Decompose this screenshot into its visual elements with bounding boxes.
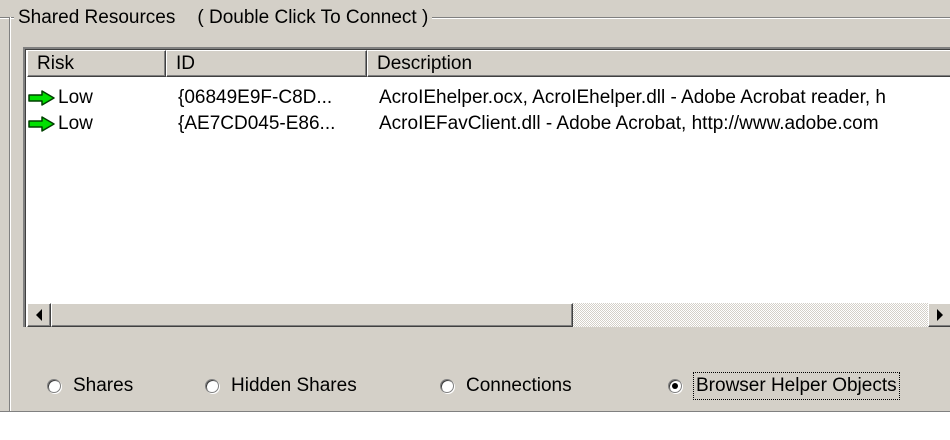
radio-shares-circle[interactable] [47,379,61,393]
radio-hidden-shares-label[interactable]: Hidden Shares [231,373,357,399]
arrow-left-icon [36,309,42,321]
id-cell: {AE7CD045-E86... [178,113,336,134]
radio-connections-label[interactable]: Connections [466,373,572,399]
radio-browser-helper-objects-circle[interactable] [668,379,682,393]
radio-hidden-shares[interactable]: Hidden Shares [205,373,357,399]
table-row[interactable]: Low {AE7CD045-E86... AcroIEFavClient.dll… [27,111,950,137]
radio-connections-circle[interactable] [440,379,454,393]
horizontal-scrollbar[interactable] [27,303,950,327]
risk-cell: Low [27,111,166,137]
column-header-risk[interactable]: Risk [27,50,166,77]
scroll-right-button[interactable] [928,303,950,327]
green-arrow-icon [28,116,55,132]
column-header-id[interactable]: ID [166,50,367,77]
column-header-description[interactable]: Description [367,50,950,77]
risk-cell: Low [27,85,166,111]
groupbox-hint: ( Double Click To Connect ) [197,7,429,28]
bottom-strip [0,411,950,440]
radio-shares[interactable]: Shares [47,373,133,399]
scroll-left-button[interactable] [27,303,51,327]
green-arrow-icon [28,90,55,106]
table-row[interactable]: Low {06849E9F-C8D... AcroIEhelper.ocx, A… [27,85,950,111]
risk-label: Low [58,113,93,134]
list-rows: Low {06849E9F-C8D... AcroIEhelper.ocx, A… [27,85,950,137]
groupbox-legend: Shared Resources ( Double Click To Connec… [14,5,433,31]
id-cell: {06849E9F-C8D... [178,87,333,108]
risk-label: Low [58,87,93,108]
shared-resources-list[interactable]: Risk ID Description Low {06849E9F-C8D...… [23,47,950,327]
shared-resources-panel: Shared Resources ( Double Click To Connec… [0,0,950,411]
radio-hidden-shares-circle[interactable] [205,379,219,393]
radio-browser-helper-objects-label[interactable]: Browser Helper Objects [693,372,900,400]
groupbox-frame-left [9,17,11,411]
list-header: Risk ID Description [27,50,950,77]
description-cell: AcroIEhelper.ocx, AcroIEhelper.dll - Ado… [379,87,886,108]
scroll-thumb[interactable] [51,303,573,327]
radio-browser-helper-objects[interactable]: Browser Helper Objects [668,372,900,400]
description-cell: AcroIEFavClient.dll - Adobe Acrobat, htt… [379,113,879,134]
arrow-right-icon [937,309,943,321]
radio-connections[interactable]: Connections [440,373,572,399]
groupbox-title: Shared Resources [18,7,176,28]
radio-shares-label[interactable]: Shares [73,373,133,399]
